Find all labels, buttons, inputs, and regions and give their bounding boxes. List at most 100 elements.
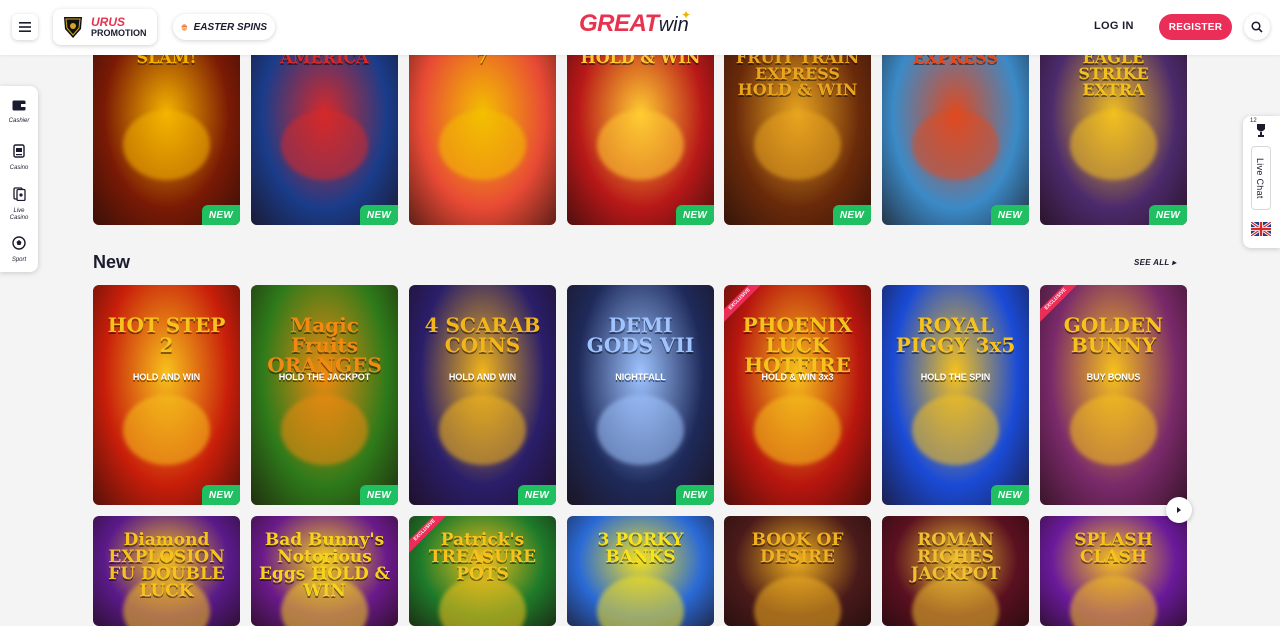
top-row-game-tile[interactable]: HOLD & WIN NEW [567,40,714,225]
top-row-game-tile[interactable]: EXPRESS NEW [882,40,1029,225]
game-title: FRUIT TRAIN EXPRESS HOLD & WIN [735,48,860,99]
new-game-tile[interactable]: PHOENIX LUCK HOTFIRE HOLD & WIN 3x3 EXCLUS… [724,285,871,505]
sidebar-label-live-casino: Live Casino [9,208,29,221]
uk-flag-icon[interactable] [1251,222,1271,236]
right-floating-bar: 12 Live Chat [1243,116,1280,248]
new-badge: NEW [360,485,398,505]
new-badge: NEW [991,205,1029,225]
slot-machine-icon [13,144,25,158]
game-art [912,395,999,465]
game-art [754,110,841,180]
game-art [597,110,684,180]
top-row-game-tile[interactable]: FRUIT TRAIN EXPRESS HOLD & WIN NEW [724,40,871,225]
game-title: SPLASH CLASH [1074,530,1153,567]
see-all-label: SEE ALL [1134,258,1170,267]
game-title: DEMI GODS VII [586,313,695,357]
bottom-row-game-tile[interactable]: SPLASH CLASH [1040,516,1187,626]
search-icon [1251,21,1263,33]
new-game-tile[interactable]: HOT STEP 2 HOLD AND WIN NEW [93,285,240,505]
game-art [754,576,841,626]
top-row-game-tile[interactable]: SLAM! NEW [93,40,240,225]
bottom-row-game-tile[interactable]: Patrick's TREASURE POTS EXCLUSIVE [409,516,556,626]
sidebar-item-casino[interactable]: Casino [0,144,38,172]
menu-button[interactable] [12,14,38,40]
logo-star-icon: ✦ [681,8,692,22]
easter-egg-icon [181,24,188,31]
new-badge: NEW [360,205,398,225]
sidebar-item-live-casino[interactable]: Live Casino [0,187,38,222]
easter-spins-button[interactable]: EASTER SPINS [173,14,275,40]
game-title: 4 SCARAB COINS [424,313,541,357]
new-game-tile[interactable]: GOLDEN BUNNY BUY BONUS EXCLUSIVE [1040,285,1187,505]
bottom-row-game-tile[interactable]: Bad Bunny's Notorious Eggs HOLD & WIN [251,516,398,626]
sidebar-label-casino: Casino [9,165,29,171]
game-title: Magic Fruits ORANGES [267,313,382,377]
game-art [123,110,210,180]
game-subtitle: HOLD THE SPIN [920,372,991,382]
top-row-game-tile[interactable]: 7 [409,40,556,225]
game-art [281,395,368,465]
carousel-next-button[interactable] [1166,497,1192,523]
game-title: Diamond EXPLOSION FU DOUBLE LUCK [108,530,225,601]
site-header: URUS PROMOTION EASTER SPINS GREAT win ✦ … [0,0,1280,55]
search-button[interactable] [1244,14,1270,40]
site-logo[interactable]: GREAT win ✦ [579,8,692,40]
section-title-new: New [93,252,131,272]
game-subtitle: BUY BONUS [1086,372,1141,382]
game-subtitle: HOLD & WIN 3x3 [761,372,834,382]
game-title: 3 PORKY BANKS [597,530,684,567]
lamborghini-shield-icon [64,17,82,38]
bottom-row-game-tile[interactable]: 3 PORKY BANKS [567,516,714,626]
new-badge: NEW [1149,205,1187,225]
sidebar-label-cashier: Cashier [8,118,30,124]
bottom-row-game-tile[interactable]: Diamond EXPLOSION FU DOUBLE LUCK [93,516,240,626]
see-all-link[interactable]: SEE ALL ▸ [1134,258,1176,267]
top-row-game-tile[interactable]: AMERICA NEW [251,40,398,225]
easter-spins-label: EASTER SPINS [193,21,267,33]
top-row-game-tile[interactable]: EAGLE STRIKE EXTRA NEW [1040,40,1187,225]
sidebar-item-sport[interactable]: Sport [0,236,38,264]
new-game-tile[interactable]: ROYAL PIGGY 3x5 HOLD THE SPIN NEW [882,285,1029,505]
game-art [597,576,684,626]
sidebar-label-sport: Sport [11,257,27,263]
new-badge: NEW [202,485,240,505]
new-badge: NEW [991,485,1029,505]
new-game-tile[interactable]: 4 SCARAB COINS HOLD AND WIN NEW [409,285,556,505]
chevron-right-small-icon: ▸ [1171,258,1177,267]
game-art [281,110,368,180]
cards-icon [12,187,26,202]
urus-subtitle: PROMOTION [91,28,147,38]
game-title: PHOENIX LUCK HOTFIRE [742,313,853,377]
game-art [123,395,210,465]
live-chat-label: Live Chat [1255,158,1265,199]
hamburger-icon [19,22,31,32]
trophy-icon[interactable] [1254,123,1268,138]
soccer-ball-icon [12,236,26,250]
game-title: ROYAL PIGGY 3x5 [895,313,1016,357]
new-badge: NEW [518,485,556,505]
new-game-tile[interactable]: Magic Fruits ORANGES HOLD THE JACKPOT NEW [251,285,398,505]
sidebar-item-cashier[interactable]: Cashier [0,98,38,125]
game-subtitle: HOLD AND WIN [132,372,201,382]
game-title: Bad Bunny's Notorious Eggs HOLD & WIN [258,530,391,601]
game-art [439,395,526,465]
bottom-row-game-tile[interactable]: BOOK OF DESIRE [724,516,871,626]
new-badge: NEW [202,205,240,225]
game-title: ROMAN RICHES JACKPOT [910,530,1001,584]
game-art [912,110,999,180]
game-art [1070,395,1157,465]
login-button[interactable]: LOG IN [1094,20,1134,32]
game-art [1070,110,1157,180]
urus-title: URUS [91,15,126,29]
new-game-tile[interactable]: DEMI GODS VII NIGHTFALL NEW [567,285,714,505]
left-sidebar: Cashier Casino Live Casino Sport [0,86,38,272]
register-button[interactable]: REGISTER [1159,14,1232,40]
new-badge: NEW [676,205,714,225]
game-subtitle: NIGHTFALL [615,372,666,382]
bottom-row-game-tile[interactable]: ROMAN RICHES JACKPOT [882,516,1029,626]
new-badge: NEW [676,485,714,505]
game-subtitle: HOLD AND WIN [448,372,517,382]
game-subtitle: HOLD THE JACKPOT [278,372,371,382]
urus-promotion-button[interactable]: URUS PROMOTION [53,9,157,45]
game-art [597,395,684,465]
